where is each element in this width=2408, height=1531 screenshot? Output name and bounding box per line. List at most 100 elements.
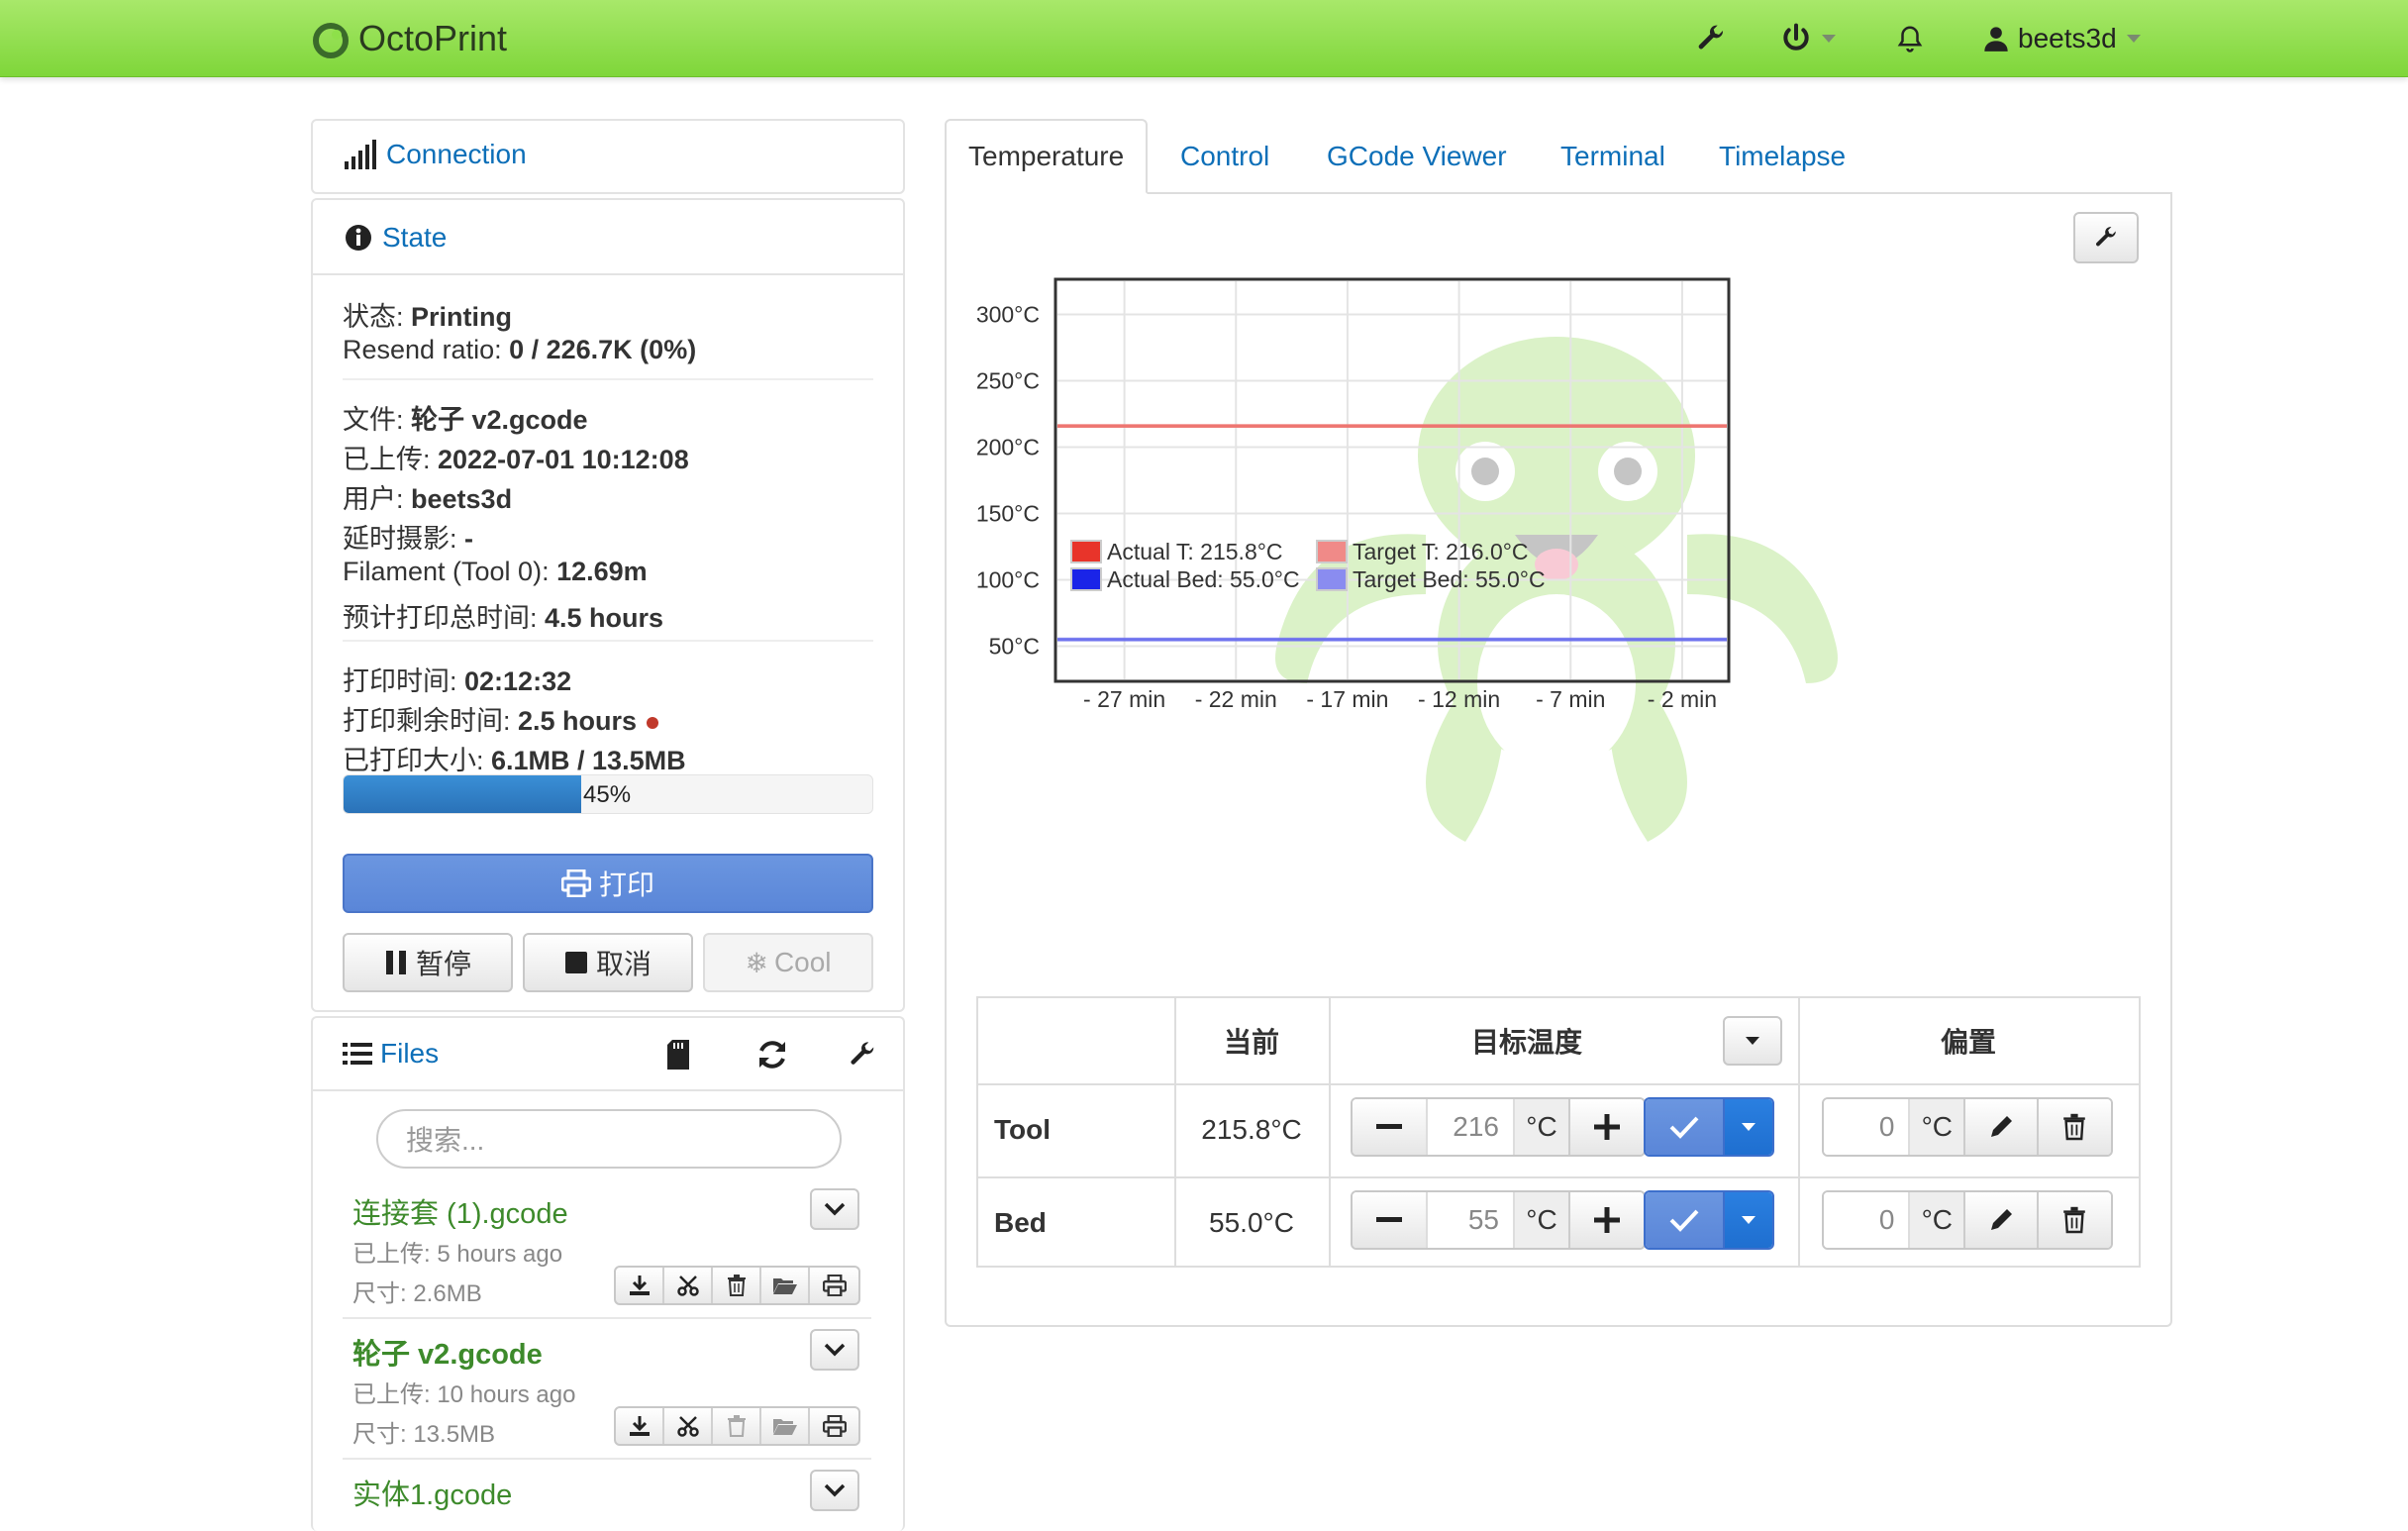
load-and-print-button[interactable] [810,1408,858,1444]
state-divider [343,378,873,380]
snowflake-icon: ❄ [745,947,768,978]
bell-icon [1897,26,1923,52]
file-expand-button[interactable] [810,1470,859,1511]
file-expand-button[interactable] [810,1329,859,1371]
estimated-time-label: 预计打印总时间: [343,603,546,633]
delete-button[interactable] [713,1268,761,1303]
tool-target-input[interactable]: 216 [1426,1099,1515,1155]
file-search-input[interactable]: 搜索... [376,1109,842,1169]
files-settings-button[interactable] [848,1040,877,1074]
sd-card-icon [667,1040,689,1070]
bed-target-dropdown-button[interactable] [1722,1192,1772,1248]
tab-control[interactable]: Control [1180,119,1269,194]
brand[interactable]: OctoPrint [311,16,507,61]
tool-target-decrease-button[interactable] [1353,1099,1426,1155]
load-button[interactable] [761,1408,810,1444]
slice-button[interactable] [664,1268,713,1303]
tool-target-dropdown-button[interactable] [1722,1099,1772,1155]
x-tick-label: - 27 min [1083,686,1165,712]
delete-button[interactable] [713,1408,761,1444]
x-tick-label: - 22 min [1195,686,1277,712]
search-placeholder: 搜索... [406,1125,485,1156]
bed-row-label: Bed [994,1207,1047,1238]
bed-offset-edit-button[interactable] [1965,1192,2039,1248]
settings-wrench-button[interactable] [1695,20,1727,57]
tool-target-set-button[interactable] [1646,1099,1723,1155]
file-name-link[interactable]: 轮子 v2.gcode [352,1331,543,1373]
resend-line: Resend ratio: 0 / 226.7K (0%) [343,335,696,365]
file-divider [343,1458,871,1460]
legend-label: Actual T: 215.8°C [1107,539,1283,564]
remaining-estimate-dot-icon[interactable] [647,716,659,729]
bed-target-increase-button[interactable] [1570,1192,1644,1248]
user-value: beets3d [411,484,513,514]
file-name-link[interactable]: 连接套 (1).gcode [352,1190,568,1232]
tool-offset-delete-button[interactable] [2038,1099,2111,1155]
trash-icon [727,1415,746,1437]
legend-swatch [1070,567,1102,591]
connection-toggle[interactable]: Connection [345,139,527,170]
bed-offset-delete-button[interactable] [2038,1192,2111,1248]
load-and-print-button[interactable] [810,1268,858,1303]
print-icon [560,869,591,897]
y-tick-label: 50°C [989,634,1040,660]
download-button[interactable] [616,1268,664,1303]
tab-gcode-viewer[interactable]: GCode Viewer [1327,119,1507,194]
cancel-button-label: 取消 [595,949,652,979]
status-value: Printing [411,302,513,332]
tool-offset-input[interactable]: 0 [1824,1099,1911,1155]
files-toggle[interactable]: Files [343,1038,439,1070]
bed-target-decrease-button[interactable] [1353,1192,1426,1248]
sd-card-button[interactable] [667,1040,689,1074]
user-menu[interactable]: beets3d [1982,20,2141,57]
state-toggle[interactable]: State [345,222,447,254]
graph-settings-button[interactable] [2073,212,2139,263]
resend-label: Resend ratio: [343,335,510,364]
load-button[interactable] [761,1268,810,1303]
tool-target-set-group [1644,1097,1774,1157]
download-icon [629,1416,650,1436]
legend-label: Target T: 216.0°C [1353,539,1529,564]
tab-timelapse[interactable]: Timelapse [1719,119,1846,194]
pause-button[interactable]: 暂停 [343,933,513,992]
file-name-link[interactable]: 实体1.gcode [352,1472,512,1513]
tool-target-increase-button[interactable] [1570,1099,1644,1155]
bed-current-temp: 55.0°C [1209,1207,1294,1238]
file-size: 尺寸: 2.6MB [352,1280,482,1307]
x-tick-label: - 2 min [1648,686,1717,712]
print-button[interactable]: 打印 [343,854,873,913]
chevron-down-icon [1741,1123,1756,1131]
bed-offset-unit: °C [1910,1192,1966,1248]
cancel-button[interactable]: 取消 [523,933,693,992]
download-icon [629,1276,650,1295]
slice-button[interactable] [664,1408,713,1444]
cool-button[interactable]: ❄ Cool [703,933,873,992]
y-tick-label: 100°C [976,567,1040,593]
file-uploaded: 已上传: 10 hours ago [352,1381,576,1408]
file-expand-button[interactable] [810,1188,859,1230]
target-presets-dropdown[interactable] [1723,1016,1782,1066]
user-line: 用户: beets3d [343,477,512,516]
file-divider [343,1317,871,1319]
notifications-button[interactable] [1895,20,1925,57]
print-icon [822,1415,847,1437]
tool-offset-input-group: 0 °C [1822,1097,2113,1157]
remaining-time-label: 打印剩余时间: [343,706,519,736]
trash-icon [2063,1206,2086,1234]
file-uploaded: 已上传: 5 hours ago [352,1241,563,1268]
progress-fill [344,775,582,813]
bed-target-input[interactable]: 55 [1426,1192,1515,1248]
system-power-menu[interactable] [1780,20,1836,57]
download-button[interactable] [616,1408,664,1444]
tab-temperature[interactable]: Temperature [945,119,1149,194]
refresh-files-button[interactable] [756,1040,788,1074]
uploaded-value: 2022-07-01 10:12:08 [438,445,689,474]
tool-offset-unit: °C [1910,1099,1966,1155]
tab-terminal[interactable]: Terminal [1560,119,1665,194]
tool-offset-edit-button[interactable] [1965,1099,2039,1155]
brand-label: OctoPrint [358,18,508,58]
bed-offset-input[interactable]: 0 [1824,1192,1911,1248]
wrench-icon [1698,25,1723,50]
chevron-down-icon [1822,35,1836,43]
bed-target-set-button[interactable] [1646,1192,1723,1248]
